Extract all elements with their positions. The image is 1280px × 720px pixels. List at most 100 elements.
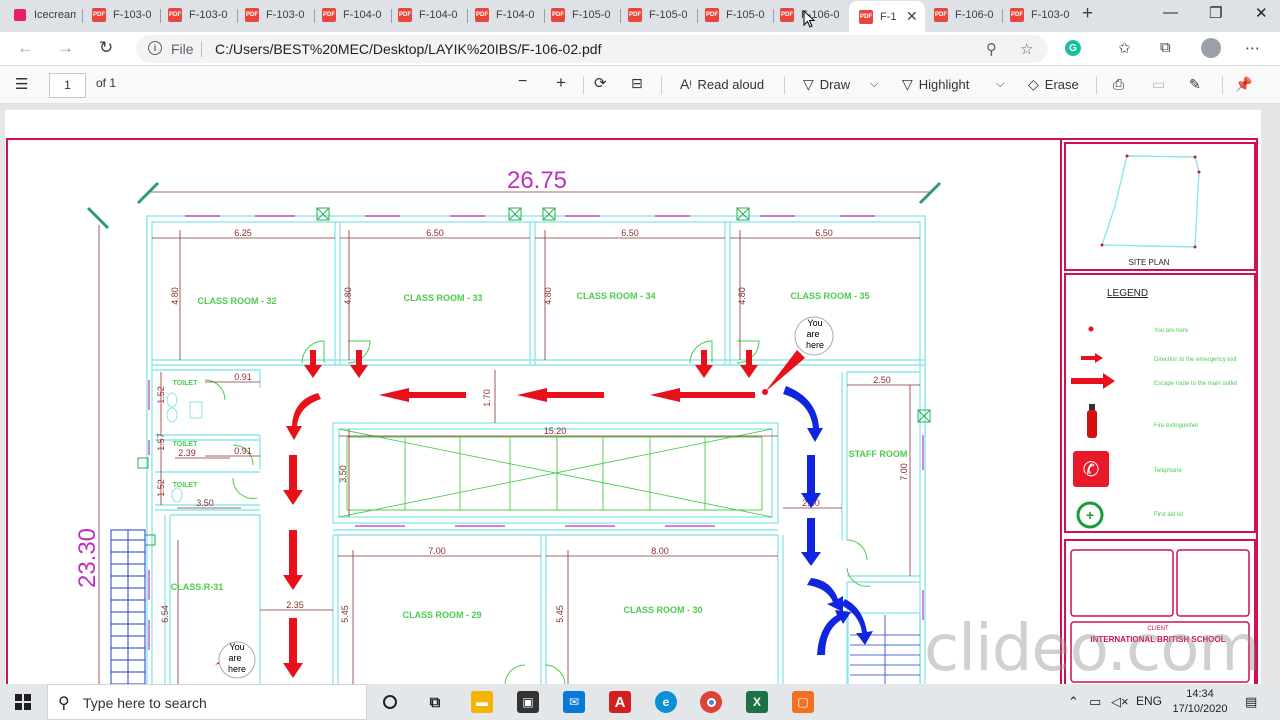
highlighter-icon: ▽ [902,76,913,92]
dim-room-35-height: 4.80 [737,287,747,305]
room-label-class-35: CLASS ROOM - 35 [790,291,869,301]
system-clock[interactable]: 14:34 17/10/2020 [1172,687,1228,717]
contents-icon[interactable]: ☰ [15,75,28,93]
fit-page-icon[interactable]: ⊟ [631,75,643,92]
info-icon[interactable]: i [148,41,162,55]
pin-toolbar-icon[interactable]: 📌 [1235,76,1252,93]
tab-8[interactable]: PDF F-105-0 [628,4,691,26]
collections-icon[interactable]: ⧉ [1160,39,1171,56]
draw-label: Draw [819,77,851,92]
dim-label: 1.52 [156,386,166,404]
legend-box: LEGEND ✆ + You are here Direction to the… [1064,273,1256,533]
new-tab-button[interactable]: + [1082,3,1093,25]
mail-icon[interactable]: ✉ [563,691,585,713]
draw-button[interactable]: ▽ Draw [803,76,850,93]
tab-1[interactable]: PDF F-103-0 [92,4,155,26]
tab-9[interactable]: PDF F-105-0 [705,4,768,26]
tab-2[interactable]: PDF F-103-0 [168,4,231,26]
tab-11-active[interactable]: PDF F-1 ✕ [849,1,925,32]
legend-first-aid: First aid kit [1154,512,1183,518]
page-number-input[interactable]: 1 [49,73,86,98]
excel-icon[interactable]: X [746,691,768,713]
print-icon[interactable]: ⎙ [1113,76,1124,93]
address-bar: ← → ↻ i File C:/Users/BEST%20MEC/Desktop… [0,32,1280,66]
pdf-icon: PDF [551,8,565,22]
tab-6[interactable]: PDF F-104-0 [475,4,538,26]
close-window-button[interactable]: ✕ [1255,4,1268,22]
windows-start-icon[interactable] [15,694,31,710]
pdf-icon: PDF [398,8,412,22]
tab-0[interactable]: Icecream [14,4,76,26]
mouse-cursor-icon [803,10,816,28]
you-label: You [807,318,822,328]
tab-strip: Icecream PDF F-103-0 PDF F-103-0 PDF F-103-… [0,0,1280,32]
profile-avatar[interactable] [1201,38,1221,58]
chrome-icon[interactable] [700,691,722,713]
dim-label: 0.91 [234,446,252,456]
rotate-icon[interactable]: ⟳ [594,74,607,92]
forward-button[interactable]: → [57,38,74,58]
floor-plan-drawing: 26.75 23.30 6.25 6.50 6.50 6.50 4.80 4.8… [6,138,1258,684]
drawing-frame [6,138,1258,684]
omnibox[interactable]: i File C:/Users/BEST%20MEC/Desktop/LAYIK… [136,35,1048,63]
app-icon[interactable]: ▢ [792,691,814,713]
tab-7[interactable]: PDF F-105-0 [551,4,614,26]
file-explorer-icon[interactable]: ▬ [471,691,493,713]
reload-button[interactable]: ↻ [99,38,113,58]
zoom-out-icon[interactable]: − [518,73,527,91]
tab-3[interactable]: PDF F-103-0 [245,4,308,26]
dim-room-33-width: 6.50 [426,228,444,238]
grammarly-extension-icon[interactable]: G [1065,40,1081,56]
legend-extinguisher: Fire extinguisher [1154,423,1198,429]
legend-telephone: Telephone [1154,468,1182,474]
are-label: are [228,653,241,663]
cortana-icon[interactable] [379,691,401,713]
draw-dropdown-chevron-icon[interactable]: ⌵ [870,78,878,91]
volume-icon[interactable]: ◁× [1111,694,1129,710]
taskbar-search-box[interactable]: ⚲ Type here to search [47,684,367,720]
acrobat-icon[interactable]: A [609,691,631,713]
dim-label: 5.45 [340,605,350,623]
tab-4[interactable]: PDF F-104-0 [322,4,385,26]
blue-exit-arrows [783,386,873,655]
language-indicator[interactable]: ENG [1136,694,1162,708]
dim-room-32-height: 4.80 [170,287,180,305]
highlight-button[interactable]: ▽ Highlight [902,76,969,93]
notifications-icon[interactable]: ▤ [1245,694,1257,710]
tab-title: F-103-0 [1031,9,1070,21]
minimize-button[interactable]: — [1163,4,1178,21]
save-as-icon[interactable]: ✎ [1189,76,1201,93]
pdf-icon: PDF [475,8,489,22]
erase-button[interactable]: ◇ Erase [1028,76,1079,93]
tab-5[interactable]: PDF F-104-0 [398,4,461,26]
read-aloud-button[interactable]: A͏ᵎ Read aloud [680,76,764,92]
tab-12[interactable]: PDF F-106-0 [934,4,997,26]
tab-title: F-104-0 [496,9,535,21]
dim-label: 2.50 [873,375,891,385]
edge-icon[interactable]: e [655,691,677,713]
pdf-viewport[interactable]: 26.75 23.30 6.25 6.50 6.50 6.50 4.80 4.8… [0,104,1280,684]
school-name: INTERNATIONAL BRITISH SCHOOL [1090,635,1225,644]
legend-direction: Direction to the emergency exit [1154,357,1237,363]
store-icon[interactable]: ▣ [517,691,539,713]
here-label: here [806,340,824,350]
show-hidden-icons-chevron-icon[interactable]: ⌃ [1068,694,1079,710]
icecream-icon [14,9,26,21]
back-button[interactable]: ← [17,38,34,58]
bookmark-star-icon[interactable]: ☆ [1020,40,1033,58]
highlight-dropdown-chevron-icon[interactable]: ⌵ [996,78,1004,91]
legend-you-are-here: You are here [1154,328,1189,334]
tab-13[interactable]: PDF F-103-0 [1010,4,1073,26]
favorites-icon[interactable]: ✩ [1118,39,1131,57]
close-tab-icon[interactable]: ✕ [906,8,918,25]
save-icon[interactable]: ▭ [1152,76,1165,93]
network-icon[interactable]: ▭ [1089,694,1101,710]
site-plan-label: SITE PLAN [1129,258,1170,267]
more-menu-icon[interactable]: ⋯ [1245,39,1260,57]
task-view-icon[interactable]: ⧉ [424,691,446,713]
url-text[interactable]: C:/Users/BEST%20MEC/Desktop/LAYIK%20IBS/… [215,41,601,57]
maximize-button[interactable]: ❐ [1209,4,1222,22]
zoom-in-icon[interactable]: + [556,73,566,93]
zoom-icon[interactable]: ⚲ [986,40,997,58]
clock-time: 14:34 [1186,688,1214,700]
